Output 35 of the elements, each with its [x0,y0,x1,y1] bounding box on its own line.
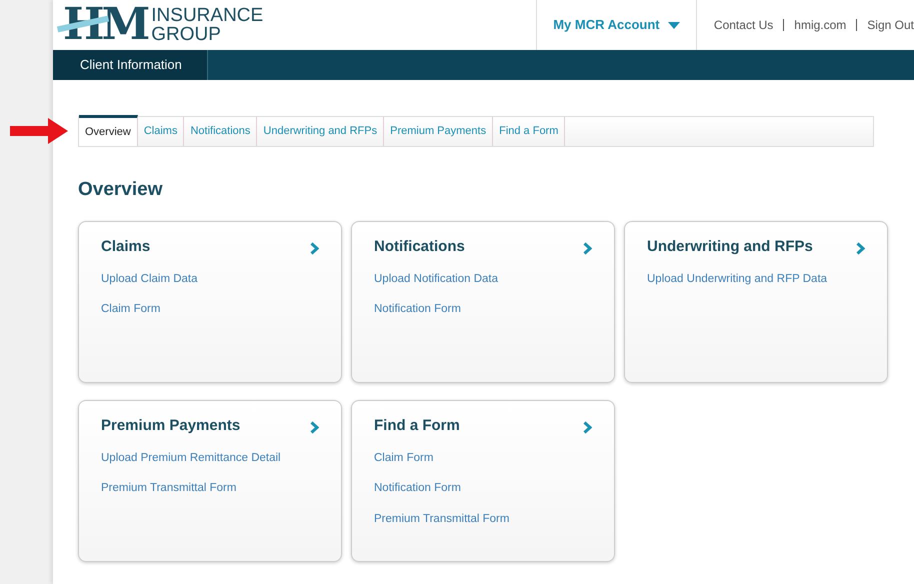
card-link[interactable]: Upload Claim Data [101,271,319,288]
card-link[interactable]: Premium Transmittal Form [101,480,319,498]
page-heading: Overview [78,178,164,202]
chevron-right-icon[interactable] [310,421,319,434]
card-link[interactable]: Upload Premium Remittance Detail [101,450,319,468]
logo-text: INSURANCE [151,6,264,25]
card-title[interactable]: Notifications [374,236,465,258]
chevron-right-icon[interactable] [583,421,592,434]
tab[interactable]: Underwriting and RFPs [257,117,384,146]
card-title[interactable]: Find a Form [374,414,460,437]
chevron-right-icon[interactable] [583,242,592,256]
header-link[interactable]: Sign Out [867,16,914,34]
tab[interactable]: Claims [138,117,184,146]
header-link[interactable]: Contact Us [714,16,774,34]
card-link[interactable]: Upload Underwriting and RFP Data [647,271,865,288]
card-link[interactable]: Claim Form [374,450,592,468]
tab[interactable]: Notifications [184,117,258,146]
tab[interactable]: Overview [79,115,138,146]
header-link[interactable]: hmig.com [794,16,846,34]
pointer-arrow-icon [10,118,68,144]
chevron-right-icon[interactable] [856,242,865,256]
chevron-right-icon[interactable] [310,242,319,256]
tab[interactable]: Find a Form [493,117,566,146]
card-link[interactable]: Notification Form [374,480,592,498]
card-link[interactable]: Upload Notification Data [374,271,592,288]
nav-tab[interactable]: Client Information [53,50,208,80]
logo-text: GROUP [151,25,222,44]
caret-icon [668,22,680,28]
card-title[interactable]: Premium Payments [101,414,240,437]
card-title[interactable]: Claims [101,236,150,258]
tab[interactable]: Premium Payments [384,117,494,146]
card-link[interactable]: Notification Form [374,301,592,318]
card-link[interactable]: Premium Transmittal Form [374,510,592,528]
card-link[interactable]: Claim Form [101,301,319,318]
card-title[interactable]: Underwriting and RFPs [647,236,813,258]
